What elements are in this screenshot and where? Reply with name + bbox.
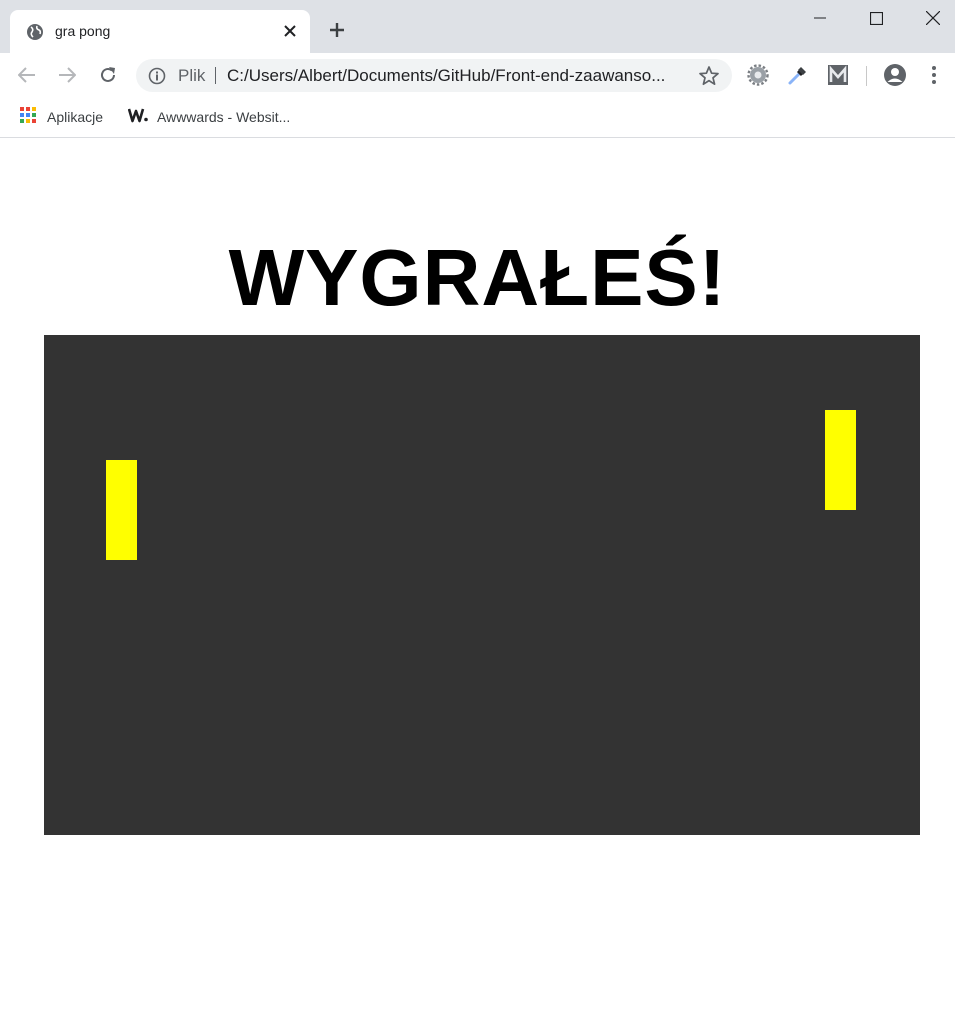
plus-icon[interactable] [325, 18, 349, 42]
tab-strip: gra pong [0, 0, 955, 53]
account-icon[interactable] [883, 63, 907, 87]
address-bar[interactable]: Plik C:/Users/Albert/Documents/GitHub/Fr… [136, 59, 732, 92]
arrow-right-icon[interactable] [53, 61, 81, 89]
right-paddle [825, 410, 856, 510]
browser-tab[interactable]: gra pong [10, 10, 310, 53]
kebab-menu-icon[interactable] [922, 63, 946, 87]
tab-title: gra pong [55, 23, 111, 39]
scheme-label: Plik [178, 66, 206, 85]
browser-toolbar: Plik C:/Users/Albert/Documents/GitHub/Fr… [0, 53, 955, 98]
result-heading: WYGRAŁEŚ! [228, 233, 727, 322]
reload-icon[interactable] [94, 61, 122, 89]
m-logo-icon[interactable] [826, 63, 850, 87]
bookmarks-bar: Aplikacje Awwwards - Websit... [0, 98, 955, 138]
gear-icon[interactable] [746, 63, 770, 87]
left-paddle [106, 460, 137, 560]
toolbar-divider [866, 66, 867, 86]
window-close-button[interactable] [909, 0, 955, 36]
bookmark-label: Aplikacje [47, 109, 104, 125]
url-text[interactable]: C:/Users/Albert/Documents/GitHub/Front-e… [227, 66, 687, 86]
arrow-left-icon[interactable] [13, 61, 41, 89]
minimize-button[interactable] [796, 0, 844, 36]
eyedropper-icon[interactable] [786, 63, 810, 87]
star-icon[interactable] [698, 65, 720, 87]
info-icon[interactable] [148, 67, 166, 85]
pong-board[interactable] [44, 335, 920, 835]
bookmark-label: Awwwards - Websit... [157, 109, 291, 125]
bookmark-awwwards[interactable]: Awwwards - Websit... [127, 105, 291, 129]
bookmark-apps[interactable]: Aplikacje [19, 105, 103, 129]
w-logo-icon [127, 107, 148, 128]
address-separator [215, 67, 216, 84]
maximize-button[interactable] [852, 0, 900, 36]
close-icon[interactable] [280, 21, 300, 41]
globe-icon [25, 22, 45, 42]
apps-grid-icon [19, 106, 37, 129]
